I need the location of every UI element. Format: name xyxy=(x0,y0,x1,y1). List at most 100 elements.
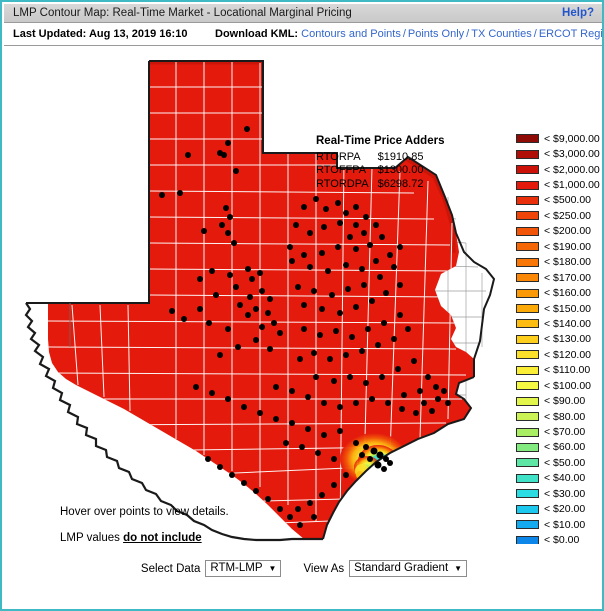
legend-row: < $200.00 xyxy=(516,224,602,239)
last-updated-text: Last Updated: Aug 13, 2019 16:10 xyxy=(13,28,188,40)
legend-label: < $90.00 xyxy=(544,395,586,408)
page-title: LMP Contour Map: Real-Time Market - Loca… xyxy=(13,7,352,19)
download-kml-group: Download KML: Contours and Points / Points… xyxy=(215,28,602,40)
legend-label: < $40.00 xyxy=(544,472,586,485)
legend-color-swatch xyxy=(516,304,539,314)
legend-label: < $9,000.00 xyxy=(544,132,600,145)
adders-value-rtordpa: $6298.72 xyxy=(377,177,424,190)
legend-label: < $10.00 xyxy=(544,518,586,531)
legend-row: < $40.00 xyxy=(516,471,602,486)
legend-label: < $120.00 xyxy=(544,348,592,361)
legend-color-swatch xyxy=(516,489,539,499)
adders-value-rtorpa: $1910.85 xyxy=(377,150,424,163)
legend-color-swatch xyxy=(516,520,539,530)
legend-label: < $250.00 xyxy=(544,209,592,222)
legend-row: < $80.00 xyxy=(516,409,602,424)
adders-label-rtorpa: RTORPA xyxy=(316,150,361,163)
legend-row: < $110.00 xyxy=(516,363,602,378)
legend-row: < $2,000.00 xyxy=(516,162,602,177)
select-data-dropdown[interactable]: RTM-LMP ▼ xyxy=(205,560,282,577)
adders-label-rtordpa: RTORDPA xyxy=(316,177,369,190)
legend-label: < $500.00 xyxy=(544,194,592,207)
adders-heading: Real-Time Price Adders xyxy=(316,135,445,147)
legend-label: < $0.00 xyxy=(544,534,580,544)
adders-value-rtoffpa: $1300.00 xyxy=(377,164,424,176)
legend-color-swatch xyxy=(516,442,539,452)
legend-label: < $170.00 xyxy=(544,271,592,284)
legend-label: < $130.00 xyxy=(544,333,592,346)
legend-label: < $70.00 xyxy=(544,426,586,439)
legend-row: < $1,000.00 xyxy=(516,177,602,192)
hover-hint-text: Hover over points to view details. xyxy=(60,506,229,518)
legend-row: < $120.00 xyxy=(516,347,602,362)
legend-row: < $10.00 xyxy=(516,517,602,532)
legend-row: < $3,000.00 xyxy=(516,146,602,161)
legend-color-swatch xyxy=(516,257,539,267)
legend-color-swatch xyxy=(516,288,539,298)
adders-table: RTORPA $1910.85 RTOFFPA $1300.00 RTORDPA… xyxy=(316,151,423,192)
legend-color-swatch xyxy=(516,381,539,391)
legend-color-swatch xyxy=(516,396,539,406)
lmp-disclaimer-part1: LMP values xyxy=(60,532,124,544)
window-title-bar: LMP Contour Map: Real-Time Market - Loca… xyxy=(4,4,602,23)
legend-row: < $250.00 xyxy=(516,208,602,223)
legend-row: < $190.00 xyxy=(516,239,602,254)
view-as-value: Standard Gradient xyxy=(354,562,449,574)
legend-color-swatch xyxy=(516,365,539,375)
legend-color-swatch xyxy=(516,211,539,221)
chevron-down-icon: ▼ xyxy=(268,564,277,573)
legend-row: < $60.00 xyxy=(516,440,602,455)
legend-row: < $0.00 xyxy=(516,532,602,544)
kml-link-ercot-region[interactable]: ERCOT Region xyxy=(539,28,602,40)
help-link[interactable]: Help? xyxy=(562,7,594,19)
kml-link-tx-counties[interactable]: TX Counties xyxy=(471,28,532,40)
legend-color-swatch xyxy=(516,334,539,344)
legend-label: < $100.00 xyxy=(544,379,592,392)
legend-row: < $160.00 xyxy=(516,285,602,300)
kml-link-contours-and-points[interactable]: Contours and Points xyxy=(301,28,401,40)
legend-label: < $140.00 xyxy=(544,317,592,330)
legend-color-swatch xyxy=(516,226,539,236)
legend-label: < $20.00 xyxy=(544,503,586,516)
texas-lmp-contour-map[interactable] xyxy=(4,47,604,544)
legend-color-swatch xyxy=(516,165,539,175)
view-as-label: View As xyxy=(303,562,345,575)
legend-color-swatch xyxy=(516,427,539,437)
legend-color-swatch xyxy=(516,319,539,329)
legend-row: < $70.00 xyxy=(516,424,602,439)
link-separator-2: / xyxy=(466,28,470,40)
kml-link-points-only[interactable]: Points Only xyxy=(408,28,464,40)
legend-row: < $130.00 xyxy=(516,332,602,347)
legend-label: < $180.00 xyxy=(544,256,592,269)
toolbar: Last Updated: Aug 13, 2019 16:10 Downloa… xyxy=(4,23,602,46)
legend-label: < $2,000.00 xyxy=(544,163,600,176)
legend-label: < $110.00 xyxy=(544,364,591,377)
map-canvas[interactable]: Real-Time Price Adders RTORPA $1910.85 R… xyxy=(4,47,604,544)
view-as-dropdown[interactable]: Standard Gradient ▼ xyxy=(349,560,468,577)
legend-row: < $150.00 xyxy=(516,301,602,316)
legend-label: < $160.00 xyxy=(544,287,592,300)
legend-color-swatch xyxy=(516,149,539,159)
download-kml-label: Download KML: xyxy=(215,28,299,40)
legend-color-swatch xyxy=(516,180,539,190)
legend-row: < $20.00 xyxy=(516,502,602,517)
legend-row: < $100.00 xyxy=(516,378,602,393)
legend-color-swatch xyxy=(516,195,539,205)
legend-color-swatch xyxy=(516,134,539,144)
map-controls-bar: Select Data RTM-LMP ▼ View As Standard Gradi… xyxy=(4,544,602,609)
legend-color-swatch xyxy=(516,412,539,422)
legend-label: < $190.00 xyxy=(544,240,592,253)
lmp-disclaimer-text: LMP values do not include Real-Time pric… xyxy=(60,531,202,544)
adders-label-rtoffpa: RTOFFPA xyxy=(316,164,367,176)
legend-label: < $1,000.00 xyxy=(544,179,600,192)
legend-color-swatch xyxy=(516,504,539,514)
legend-label: < $60.00 xyxy=(544,441,586,454)
price-legend: < $9,000.00 < $3,000.00 < $2,000.00 < $1,00… xyxy=(516,131,602,544)
legend-row: < $500.00 xyxy=(516,193,602,208)
lmp-disclaimer-emphasis: do not include xyxy=(123,532,202,544)
legend-row: < $90.00 xyxy=(516,393,602,408)
legend-label: < $30.00 xyxy=(544,487,586,500)
link-separator-3: / xyxy=(533,28,537,40)
legend-row: < $140.00 xyxy=(516,316,602,331)
legend-label: < $150.00 xyxy=(544,302,592,315)
